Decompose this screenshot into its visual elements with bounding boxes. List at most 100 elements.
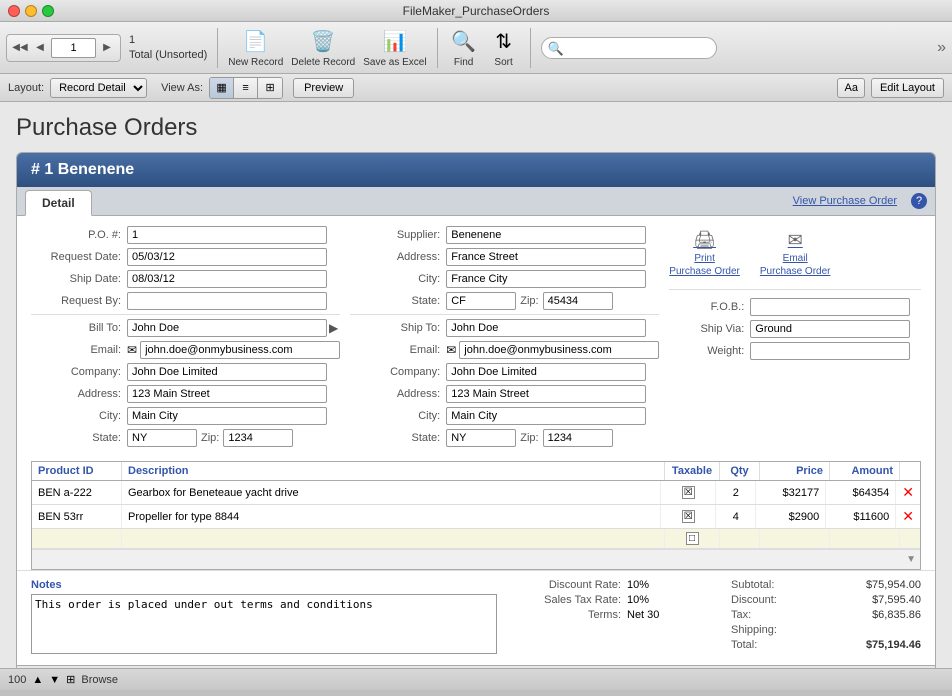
- empty-taxable-checkbox[interactable]: □: [686, 532, 699, 545]
- edit-layout-button[interactable]: Edit Layout: [871, 78, 944, 98]
- view-list-button[interactable]: ≡: [234, 78, 258, 98]
- row1-description[interactable]: Gearbox for Beneteaue yacht drive: [122, 481, 661, 504]
- ship-state-input[interactable]: [446, 429, 516, 447]
- delete-row2-icon[interactable]: ✕: [902, 508, 914, 525]
- aa-button[interactable]: Aa: [837, 78, 864, 98]
- row1-product-id[interactable]: BEN a-222: [32, 481, 122, 504]
- row2-taxable-checkbox[interactable]: ☒: [682, 510, 695, 523]
- ship-date-input[interactable]: [127, 270, 327, 288]
- table-row: BEN a-222 Gearbox for Beneteaue yacht dr…: [32, 481, 920, 505]
- ship-email-input[interactable]: [459, 341, 659, 359]
- sup-zip-input[interactable]: [543, 292, 613, 310]
- new-record-button[interactable]: 📄 New Record: [228, 27, 283, 68]
- maximize-button[interactable]: [42, 5, 54, 17]
- sup-address-input[interactable]: [446, 248, 646, 266]
- row2-qty[interactable]: 4: [716, 505, 756, 528]
- row2-delete[interactable]: ✕: [896, 505, 920, 528]
- terms-value: Net 30: [627, 609, 659, 621]
- search-wrapper: 🔍: [541, 37, 926, 59]
- empty-description[interactable]: [122, 529, 665, 548]
- view-table-button[interactable]: ⊞: [258, 78, 282, 98]
- row2-product-id[interactable]: BEN 53rr: [32, 505, 122, 528]
- company-row: Company:: [31, 363, 340, 381]
- city-input[interactable]: [127, 407, 327, 425]
- address-input[interactable]: [127, 385, 327, 403]
- fob-input[interactable]: [750, 298, 910, 316]
- request-date-input[interactable]: [127, 248, 327, 266]
- row2-taxable[interactable]: ☒: [661, 505, 716, 528]
- sup-address-row: Address:: [350, 248, 659, 266]
- fob-row: F.O.B.:: [669, 298, 921, 316]
- product-table: Product ID Description Taxable Qty Price…: [31, 461, 921, 570]
- row1-taxable[interactable]: ☒: [661, 481, 716, 504]
- request-by-input[interactable]: [127, 292, 327, 310]
- nav-first[interactable]: ◀◀: [11, 39, 29, 57]
- tab-detail[interactable]: Detail: [25, 190, 92, 216]
- view-form-button[interactable]: ▦: [210, 78, 234, 98]
- empty-qty[interactable]: [720, 529, 760, 548]
- zip-input[interactable]: [223, 429, 293, 447]
- email-input[interactable]: [140, 341, 340, 359]
- row1-delete[interactable]: ✕: [896, 481, 920, 504]
- ship-to-input[interactable]: [446, 319, 646, 337]
- empty-price[interactable]: [760, 529, 830, 548]
- ship-city-input[interactable]: [446, 407, 646, 425]
- print-po-button[interactable]: 🖨 Print Purchase Order: [669, 230, 740, 277]
- empty-amount[interactable]: [830, 529, 900, 548]
- sort-button[interactable]: ⇅ Sort: [488, 27, 520, 68]
- row2-price[interactable]: $2900: [756, 505, 826, 528]
- weight-input[interactable]: [750, 342, 910, 360]
- ship-company-row: Company:: [350, 363, 659, 381]
- view-po-link[interactable]: View Purchase Order: [785, 191, 905, 211]
- delete-row1-icon[interactable]: ✕: [902, 484, 914, 501]
- supplier-input[interactable]: [446, 226, 646, 244]
- search-input[interactable]: [541, 37, 717, 59]
- sup-city-input[interactable]: [446, 270, 646, 288]
- table-scroll[interactable]: ▼: [32, 549, 920, 569]
- state-input[interactable]: [127, 429, 197, 447]
- row2-description[interactable]: Propeller for type 8844: [122, 505, 661, 528]
- record-input[interactable]: 1: [51, 38, 96, 58]
- empty-taxable[interactable]: □: [665, 529, 720, 548]
- ship-to-row: Ship To:: [350, 319, 659, 337]
- nav-next[interactable]: ▶: [98, 39, 116, 57]
- find-button[interactable]: 🔍 Find: [448, 27, 480, 68]
- delete-record-button[interactable]: 🗑️ Delete Record: [291, 27, 355, 68]
- row2-amount[interactable]: $11600: [826, 505, 896, 528]
- help-button[interactable]: ?: [911, 193, 927, 209]
- ship-via-input[interactable]: [750, 320, 910, 338]
- delete-record-icon: 🗑️: [307, 27, 339, 55]
- empty-product-id[interactable]: [32, 529, 122, 548]
- right-totals: Subtotal: $75,954.00 Discount: $7,595.40…: [721, 579, 921, 657]
- ship-company-input[interactable]: [446, 363, 646, 381]
- ship-zip-label: Zip:: [520, 432, 538, 444]
- sup-state-input[interactable]: [446, 292, 516, 310]
- row1-price[interactable]: $32177: [756, 481, 826, 504]
- bill-to-arrow[interactable]: ▶: [329, 321, 338, 335]
- ship-state-zip-row: State: Zip:: [350, 429, 659, 447]
- row1-qty[interactable]: 2: [716, 481, 756, 504]
- row1-amount[interactable]: $64354: [826, 481, 896, 504]
- minimize-button[interactable]: [25, 5, 37, 17]
- row1-taxable-checkbox[interactable]: ☒: [682, 486, 695, 499]
- zoom-level: 100: [8, 674, 26, 686]
- email-po-button[interactable]: ✉ Email Purchase Order: [760, 230, 831, 277]
- company-input[interactable]: [127, 363, 327, 381]
- title-bar: FileMaker_PurchaseOrders: [0, 0, 952, 22]
- close-button[interactable]: [8, 5, 20, 17]
- subtotal-value: $75,954.00: [866, 579, 921, 591]
- request-by-row: Request By:: [31, 292, 340, 310]
- toolbar-expand[interactable]: »: [937, 39, 946, 57]
- nav-controls[interactable]: ◀◀ ◀ 1 ▶: [6, 34, 121, 62]
- notes-textarea[interactable]: This order is placed under out terms and…: [31, 594, 497, 654]
- ship-address-input[interactable]: [446, 385, 646, 403]
- nav-prev[interactable]: ◀: [31, 39, 49, 57]
- ship-zip-input[interactable]: [543, 429, 613, 447]
- email-icon: ✉: [127, 343, 137, 357]
- window-controls[interactable]: [8, 5, 54, 17]
- save-as-excel-button[interactable]: 📊 Save as Excel: [363, 27, 426, 68]
- preview-button[interactable]: Preview: [293, 78, 354, 98]
- bill-to-input[interactable]: [127, 319, 327, 337]
- po-number-input[interactable]: [127, 226, 327, 244]
- layout-select[interactable]: Record Detail: [50, 78, 147, 98]
